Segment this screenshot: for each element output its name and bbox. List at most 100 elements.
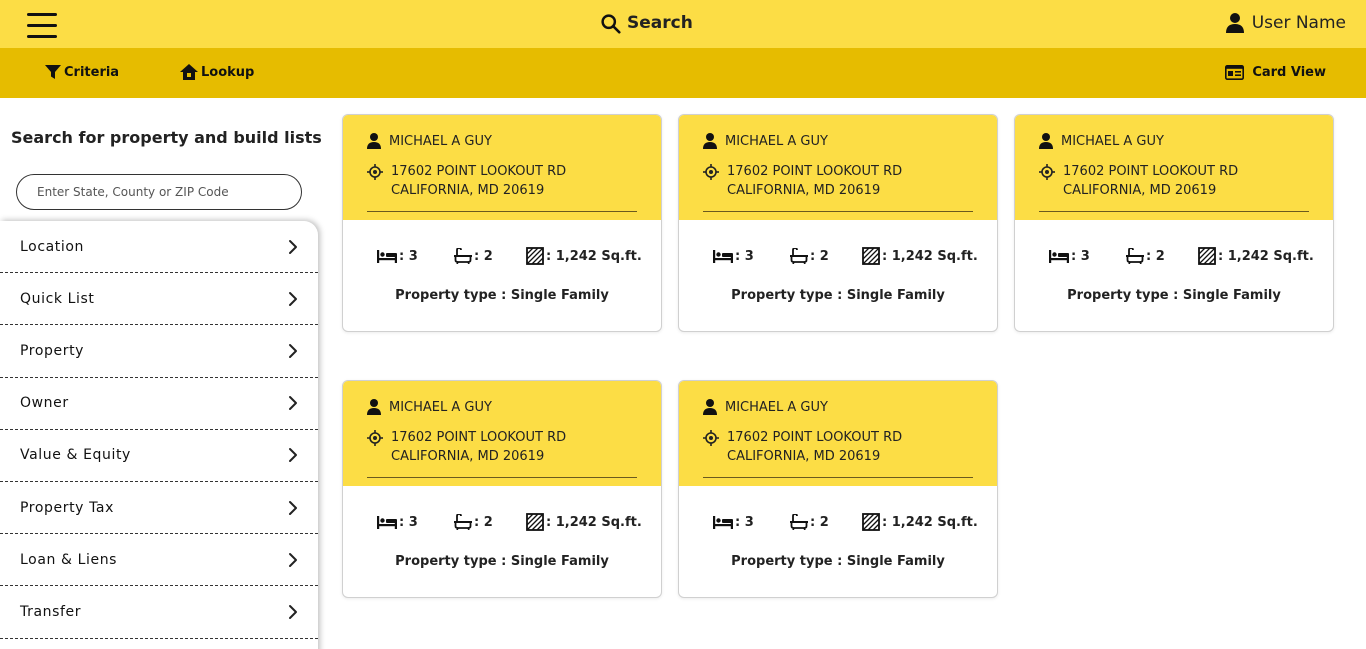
address-line-2: CALIFORNIA, MD 20619 (727, 183, 881, 198)
top-search-button[interactable]: Search (600, 11, 693, 35)
owner-row: MICHAEL A GUY (703, 132, 973, 150)
property-card[interactable]: MICHAEL A GUY 17602 POINT LOOKOUT RD CALIF… (1014, 114, 1334, 332)
area-icon (526, 247, 544, 265)
sidebar-item-property-tax[interactable]: Property Tax (0, 482, 318, 535)
chevron-right-icon (289, 604, 297, 619)
card-stats: : 3: 2 : 1,242 Sq.ft. (679, 486, 997, 534)
user-menu[interactable]: User Name (1225, 11, 1346, 35)
search-icon (601, 13, 621, 34)
user-icon (1225, 13, 1244, 33)
beds-stat: : 3 (713, 515, 790, 530)
chevron-right-icon (289, 396, 297, 411)
card-stats: : 3: 2: 1,242 Sq.ft. (1015, 220, 1333, 268)
address: 17602 POINT LOOKOUT RD CALIFORNIA, MD 206… (727, 162, 902, 200)
sidebar-item-quick-list[interactable]: Quick List (0, 273, 318, 326)
bed-icon (1049, 250, 1069, 263)
id-card-icon (1225, 64, 1245, 80)
sidebar-item-property[interactable]: Property (0, 325, 318, 378)
baths-stat: : 2 (454, 248, 526, 264)
criteria-label: Criteria (64, 64, 120, 80)
sidebar-item-owner[interactable]: Owner (0, 378, 318, 430)
hamburger-icon[interactable] (27, 13, 57, 39)
beds-stat: : 3 (713, 249, 790, 264)
beds-stat: : 3 (377, 249, 454, 264)
sidebar-item-label: Loan & Liens (20, 551, 118, 568)
sidebar-item-label: Value & Equity (20, 447, 131, 464)
area-stat: : 1,242 Sq.ft. (526, 513, 642, 531)
card-view-toggle[interactable]: Card View (1225, 62, 1326, 82)
card-divider (367, 477, 637, 478)
area-value: : 1,242 Sq.ft. (882, 514, 978, 530)
property-type: Property type : Single Family (731, 554, 945, 569)
area-value: : 1,242 Sq.ft. (882, 248, 978, 264)
address-line-2: CALIFORNIA, MD 20619 (391, 449, 545, 464)
location-target-icon (367, 164, 383, 180)
chevron-right-icon (289, 239, 297, 254)
property-card[interactable]: MICHAEL A GUY 17602 POINT LOOKOUT RD CALIF… (342, 380, 662, 598)
card-divider (703, 477, 973, 478)
location-target-icon (367, 430, 383, 446)
card-view-label: Card View (1252, 64, 1326, 80)
bathtub-icon (1126, 248, 1144, 264)
property-type: Property type : Single Family (731, 288, 945, 303)
beds-stat: : 3 (1049, 249, 1126, 264)
area-value: : 1,242 Sq.ft. (546, 514, 642, 530)
card-header: MICHAEL A GUY 17602 POINT LOOKOUT RD CALIF… (679, 381, 997, 486)
owner-name: MICHAEL A GUY (389, 133, 492, 149)
location-target-icon (1039, 164, 1055, 180)
property-card[interactable]: MICHAEL A GUY 17602 POINT LOOKOUT RD CALIF… (342, 114, 662, 332)
location-target-icon (703, 430, 719, 446)
card-header: MICHAEL A GUY 17602 POINT LOOKOUT RD CALIF… (679, 115, 997, 220)
sidebar-item-transfer[interactable]: Transfer (0, 586, 318, 639)
location-target-icon (703, 164, 719, 180)
area-icon (862, 247, 880, 265)
address-row: 17602 POINT LOOKOUT RD CALIFORNIA, MD 206… (367, 162, 637, 200)
property-type: Property type : Single Family (395, 554, 609, 569)
address-row: 17602 POINT LOOKOUT RD CALIFORNIA, MD 206… (367, 428, 637, 466)
property-card[interactable]: MICHAEL A GUY 17602 POINT LOOKOUT RD CALIF… (678, 114, 998, 332)
bed-icon (713, 250, 733, 263)
address-line-1: 17602 POINT LOOKOUT RD (727, 430, 903, 445)
owner-name: MICHAEL A GUY (725, 399, 828, 415)
baths-value: : 2 (810, 248, 829, 264)
address-line-2: CALIFORNIA, MD 20619 (391, 183, 545, 198)
baths-value: : 2 (474, 514, 493, 530)
sidebar-item-label: Location (20, 238, 85, 255)
card-divider (1039, 211, 1309, 212)
card-stats: : 3: 2: 1,242 Sq.ft. (343, 486, 661, 534)
address-row: 17602 POINT LOOKOUT RD CALIFORNIA, MD 206… (1039, 162, 1309, 200)
card-divider (367, 211, 637, 212)
user-name-label: User Name (1251, 13, 1346, 33)
address-line-1: 17602 POINT LOOKOUT RD (391, 430, 567, 445)
lookup-label: Lookup (201, 64, 255, 80)
filter-menu: Location Quick List Property Owner Value & E… (0, 221, 318, 649)
area-icon (1198, 247, 1216, 265)
sidebar-title: Search for property and build lists (11, 128, 322, 147)
filter-icon (45, 65, 61, 79)
property-type: Property type : Single Family (395, 288, 609, 303)
address-row: 17602 POINT LOOKOUT RD CALIFORNIA, MD 206… (703, 428, 973, 466)
chevron-right-icon (289, 500, 297, 515)
sidebar-item-label: Property (20, 342, 85, 359)
address-line-2: CALIFORNIA, MD 20619 (727, 449, 881, 464)
sidebar-item-value-equity[interactable]: Value & Equity (0, 430, 318, 482)
criteria-tab[interactable]: Criteria (45, 62, 119, 82)
sidebar-item-loan-liens[interactable]: Loan & Liens (0, 534, 318, 587)
baths-stat: : 2 (790, 514, 862, 530)
bathtub-icon (790, 248, 808, 264)
bathtub-icon (790, 514, 808, 530)
sidebar-item-location[interactable]: Location (0, 221, 318, 274)
owner-name: MICHAEL A GUY (725, 133, 828, 149)
property-type: Property type : Single Family (1067, 288, 1281, 303)
chevron-right-icon (289, 291, 297, 306)
address: 17602 POINT LOOKOUT RD CALIFORNIA, MD 206… (1063, 162, 1238, 200)
area-icon (862, 513, 880, 531)
location-search-input[interactable] (16, 174, 302, 210)
card-header: MICHAEL A GUY 17602 POINT LOOKOUT RD CALIF… (343, 381, 661, 486)
baths-stat: : 2 (454, 514, 526, 530)
lookup-tab[interactable]: Lookup (180, 62, 254, 82)
area-stat: : 1,242 Sq.ft. (862, 513, 978, 531)
bed-icon (377, 516, 397, 529)
property-card[interactable]: MICHAEL A GUY 17602 POINT LOOKOUT RD CALIF… (678, 380, 998, 598)
card-divider (703, 211, 973, 212)
